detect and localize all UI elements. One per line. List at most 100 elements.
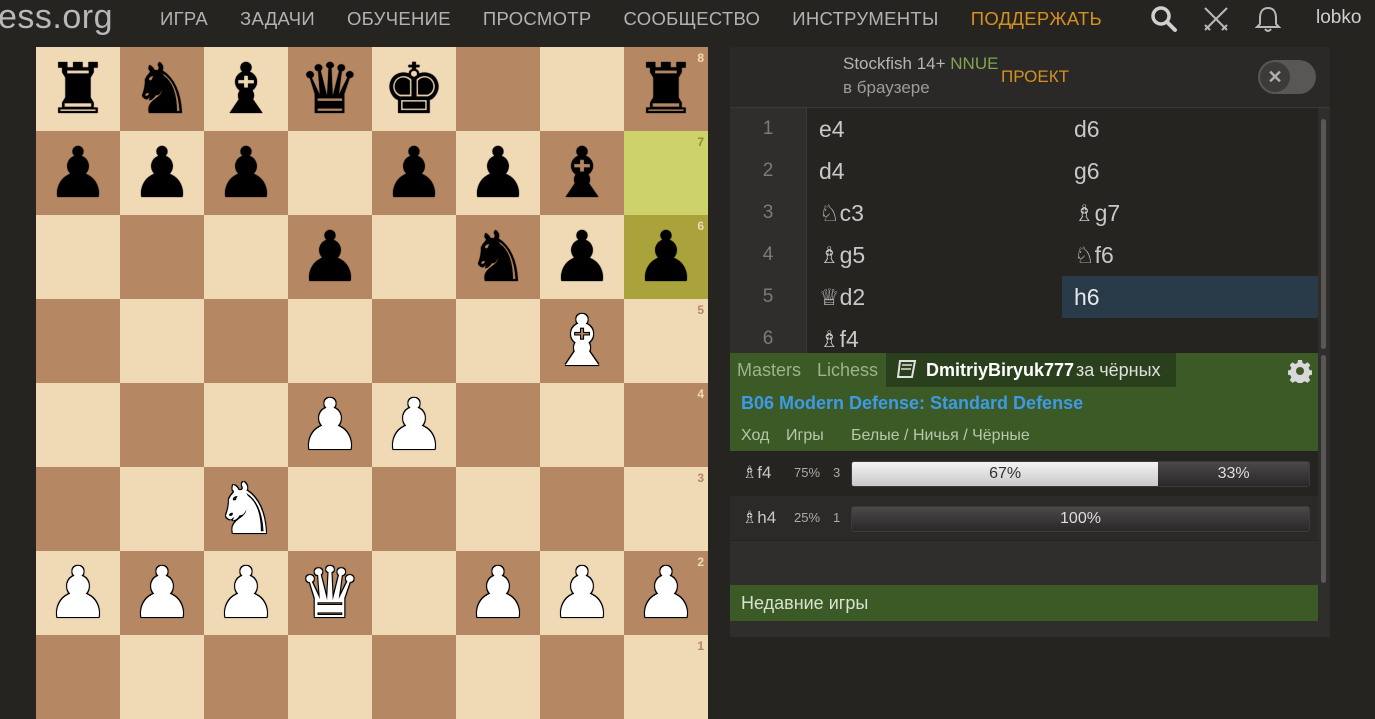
square-a5[interactable]: [36, 299, 120, 383]
square-g1[interactable]: [540, 635, 624, 719]
square-g7[interactable]: ♝: [540, 131, 624, 215]
explorer-move[interactable]: ♗f4: [742, 451, 771, 495]
square-d6[interactable]: ♟: [288, 215, 372, 299]
square-e5[interactable]: [372, 299, 456, 383]
square-c5[interactable]: [204, 299, 288, 383]
square-f1[interactable]: [456, 635, 540, 719]
tab-lichess[interactable]: Lichess: [817, 353, 878, 387]
square-h1[interactable]: 1: [624, 635, 708, 719]
tab-player[interactable]: DmitriyBiryuk777 за чёрных: [886, 353, 1176, 387]
move-white[interactable]: ♕d2: [807, 276, 1062, 318]
square-d4[interactable]: ♟: [288, 383, 372, 467]
black-knight-icon[interactable]: ♞: [120, 47, 204, 131]
square-f6[interactable]: ♞: [456, 215, 540, 299]
square-e4[interactable]: ♟: [372, 383, 456, 467]
nav-watch[interactable]: ПРОСМОТР: [483, 8, 592, 30]
square-b5[interactable]: [120, 299, 204, 383]
move-white[interactable]: e4: [807, 108, 1062, 150]
white-pawn-icon[interactable]: ♟: [372, 383, 456, 467]
move-black[interactable]: ♗g7: [1062, 192, 1318, 234]
white-pawn-icon[interactable]: ♟: [288, 383, 372, 467]
square-f7[interactable]: ♟: [456, 131, 540, 215]
square-d3[interactable]: [288, 467, 372, 551]
square-h2[interactable]: 2 ♟: [624, 551, 708, 635]
white-queen-icon[interactable]: ♛: [288, 551, 372, 635]
square-e3[interactable]: [372, 467, 456, 551]
square-e7[interactable]: ♟: [372, 131, 456, 215]
square-b8[interactable]: ♞: [120, 47, 204, 131]
square-g2[interactable]: ♟: [540, 551, 624, 635]
move-black[interactable]: d6: [1062, 108, 1318, 150]
opening-name[interactable]: B06 Modern Defense: Standard Defense: [741, 393, 1083, 414]
engine-toggle[interactable]: ✕: [1258, 60, 1316, 94]
black-pawn-icon[interactable]: ♟: [624, 215, 708, 299]
move-black[interactable]: g6: [1062, 150, 1318, 192]
move-white[interactable]: ♗f4: [807, 318, 1062, 353]
nav-donate[interactable]: ПОДДЕРЖАТЬ: [971, 8, 1102, 30]
black-rook-icon[interactable]: ♜: [624, 47, 708, 131]
square-c1[interactable]: [204, 635, 288, 719]
square-a1[interactable]: [36, 635, 120, 719]
nav-play[interactable]: ИГРА: [160, 8, 208, 30]
square-h6[interactable]: 6 ♟: [624, 215, 708, 299]
square-c3[interactable]: ♞: [204, 467, 288, 551]
square-b7[interactable]: ♟: [120, 131, 204, 215]
move-black[interactable]: ♘f6: [1062, 234, 1318, 276]
square-f2[interactable]: ♟: [456, 551, 540, 635]
square-c8[interactable]: ♝: [204, 47, 288, 131]
square-h5[interactable]: 5: [624, 299, 708, 383]
square-a7[interactable]: ♟: [36, 131, 120, 215]
move-white[interactable]: d4: [807, 150, 1062, 192]
explorer-row[interactable]: ♗f4 75% 3 67% 33%: [730, 451, 1318, 495]
square-f8[interactable]: [456, 47, 540, 131]
move-white[interactable]: ♘c3: [807, 192, 1062, 234]
bell-icon[interactable]: [1252, 4, 1284, 34]
white-pawn-icon[interactable]: ♟: [540, 551, 624, 635]
square-d5[interactable]: [288, 299, 372, 383]
square-c7[interactable]: ♟: [204, 131, 288, 215]
site-logo[interactable]: ess.org: [0, 0, 113, 37]
square-b2[interactable]: ♟: [120, 551, 204, 635]
black-bishop-icon[interactable]: ♝: [204, 47, 288, 131]
white-knight-icon[interactable]: ♞: [204, 467, 288, 551]
move-list-scrollbar[interactable]: [1321, 119, 1326, 349]
square-e6[interactable]: [372, 215, 456, 299]
move-black[interactable]: [1062, 318, 1318, 353]
move-white[interactable]: ♗g5: [807, 234, 1062, 276]
engine-project-link[interactable]: ПРОЕКТ: [1001, 67, 1069, 87]
square-b4[interactable]: [120, 383, 204, 467]
white-pawn-icon[interactable]: ♟: [204, 551, 288, 635]
square-h3[interactable]: 3: [624, 467, 708, 551]
square-d8[interactable]: ♛: [288, 47, 372, 131]
square-g5[interactable]: ♝: [540, 299, 624, 383]
white-pawn-icon[interactable]: ♟: [120, 551, 204, 635]
black-pawn-icon[interactable]: ♟: [36, 131, 120, 215]
square-g6[interactable]: ♟: [540, 215, 624, 299]
nav-learn[interactable]: ОБУЧЕНИЕ: [347, 8, 451, 30]
square-h7[interactable]: 7: [624, 131, 708, 215]
black-pawn-icon[interactable]: ♟: [456, 131, 540, 215]
white-bishop-icon[interactable]: ♝: [540, 299, 624, 383]
square-d2[interactable]: ♛: [288, 551, 372, 635]
square-b3[interactable]: [120, 467, 204, 551]
square-f3[interactable]: [456, 467, 540, 551]
search-icon[interactable]: [1148, 4, 1180, 34]
square-c6[interactable]: [204, 215, 288, 299]
black-rook-icon[interactable]: ♜: [36, 47, 120, 131]
square-g4[interactable]: [540, 383, 624, 467]
square-d1[interactable]: [288, 635, 372, 719]
explorer-row[interactable]: ♗h4 25% 1 100%: [730, 496, 1318, 540]
square-h4[interactable]: 4: [624, 383, 708, 467]
move-black[interactable]: h6: [1062, 276, 1318, 318]
square-a3[interactable]: [36, 467, 120, 551]
square-e1[interactable]: [372, 635, 456, 719]
black-pawn-icon[interactable]: ♟: [288, 215, 372, 299]
square-e2[interactable]: [372, 551, 456, 635]
black-pawn-icon[interactable]: ♟: [204, 131, 288, 215]
square-c2[interactable]: ♟: [204, 551, 288, 635]
nav-tools[interactable]: ИНСТРУМЕНТЫ: [792, 8, 938, 30]
crossed-swords-icon[interactable]: [1200, 4, 1232, 34]
explorer-scrollbar[interactable]: [1321, 355, 1326, 583]
square-h8[interactable]: 8 ♜: [624, 47, 708, 131]
black-bishop-icon[interactable]: ♝: [540, 131, 624, 215]
